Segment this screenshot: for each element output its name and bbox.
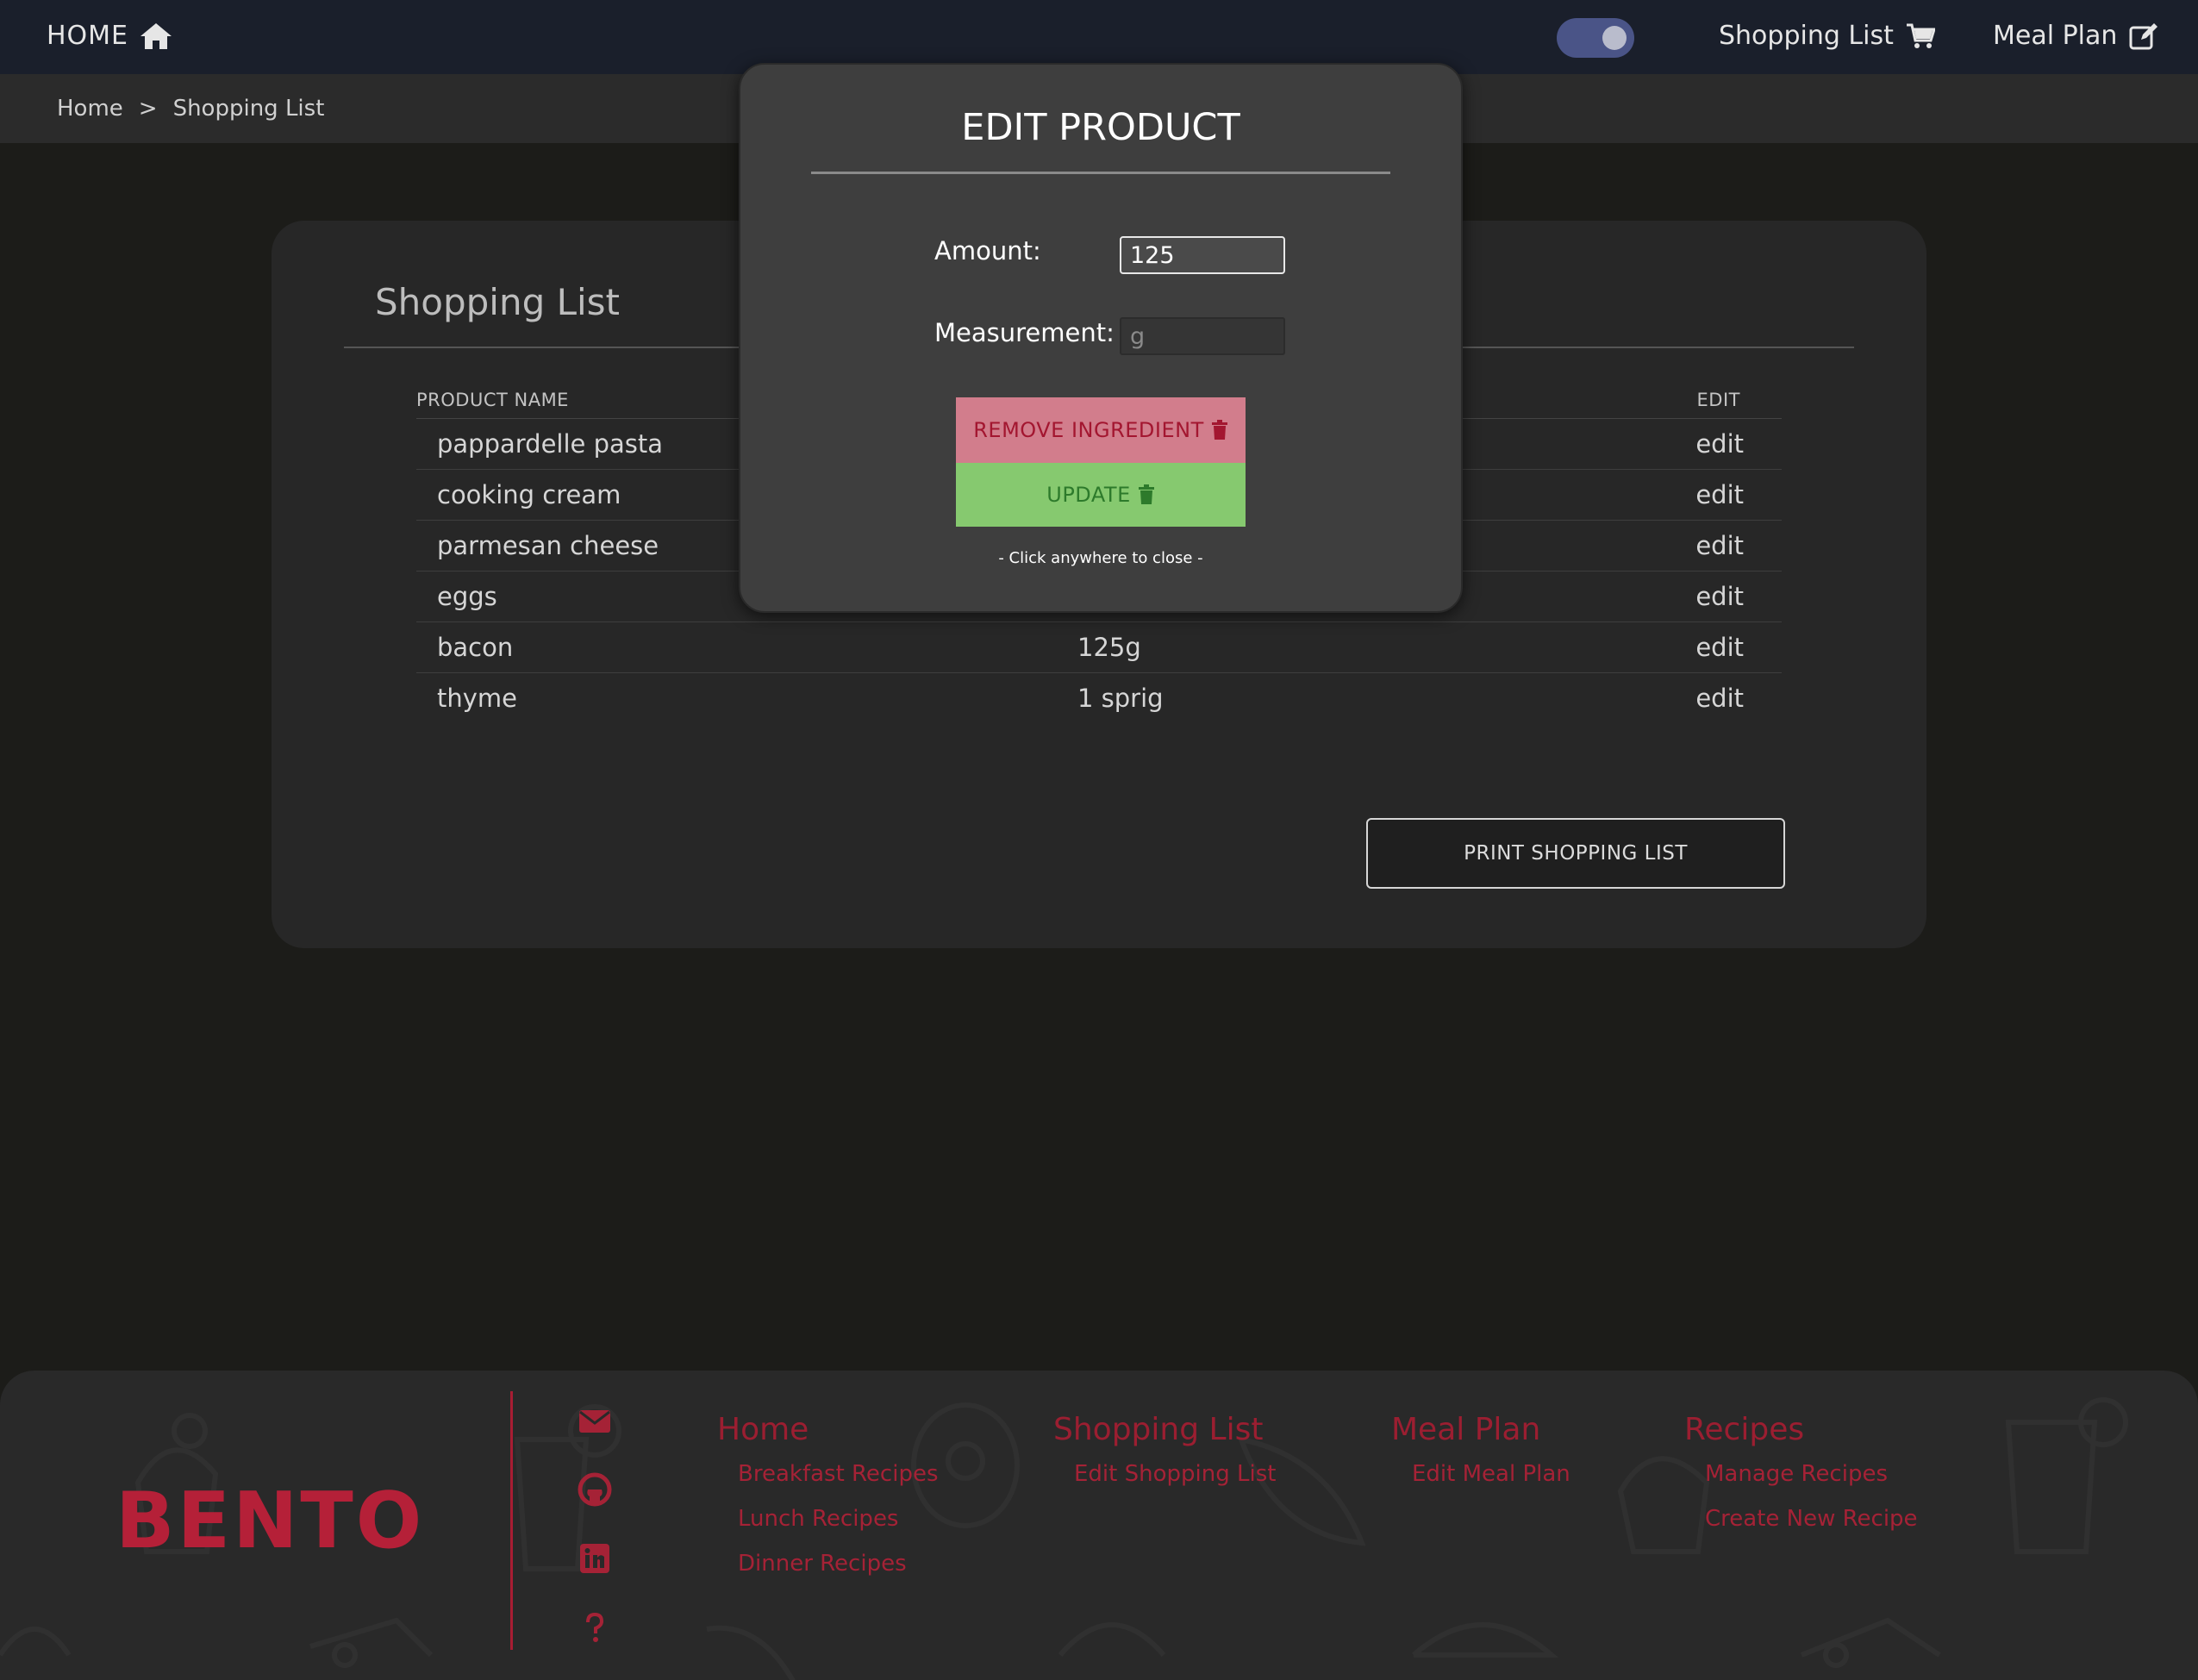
product-name: pappardelle pasta: [437, 429, 664, 459]
footer-column-shopping-list: Shopping List Edit Shopping List: [1053, 1412, 1276, 1506]
edit-link[interactable]: edit: [1695, 633, 1744, 662]
update-label: UPDATE: [1046, 483, 1131, 507]
footer-link[interactable]: Manage Recipes: [1705, 1461, 1918, 1487]
product-amount: 1 sprig: [1077, 684, 1164, 713]
footer-link[interactable]: Create New Recipe: [1705, 1506, 1918, 1532]
amount-input[interactable]: [1120, 236, 1285, 274]
measurement-label: Measurement:: [934, 318, 1115, 347]
edit-link[interactable]: edit: [1695, 480, 1744, 509]
nav-meal-label: Meal Plan: [1993, 21, 2118, 51]
print-shopping-list-button[interactable]: PRINT SHOPPING LIST: [1366, 818, 1785, 889]
edit-link[interactable]: edit: [1695, 684, 1744, 713]
nav-shopping-label: Shopping List: [1719, 21, 1894, 51]
product-amount: 125g: [1077, 633, 1141, 662]
modal-divider: [811, 172, 1390, 174]
footer-heading[interactable]: Meal Plan: [1391, 1412, 1570, 1447]
edit-icon: [2129, 22, 2158, 49]
trash-icon: [1211, 420, 1227, 440]
amount-label: Amount:: [934, 236, 1041, 265]
linkedin-icon[interactable]: [578, 1541, 612, 1576]
breadcrumb: Home > Shopping List: [57, 96, 324, 122]
nav-meal-plan-link[interactable]: Meal Plan: [1993, 21, 2158, 51]
close-hint: - Click anywhere to close -: [998, 549, 1203, 567]
edit-link[interactable]: edit: [1695, 582, 1744, 611]
measurement-input[interactable]: [1120, 317, 1285, 355]
footer-column-recipes: Recipes Manage Recipes Create New Recipe: [1684, 1412, 1918, 1551]
nav-shopping-list-link[interactable]: Shopping List: [1719, 21, 1935, 51]
home-icon: [140, 22, 172, 49]
edit-link[interactable]: edit: [1695, 531, 1744, 560]
footer-heading[interactable]: Shopping List: [1053, 1412, 1276, 1447]
footer-column-meal-plan: Meal Plan Edit Meal Plan: [1391, 1412, 1570, 1506]
envelope-icon[interactable]: [578, 1403, 612, 1438]
remove-ingredient-label: REMOVE INGREDIENT: [973, 418, 1204, 442]
brand-logo[interactable]: BENTO: [116, 1476, 424, 1566]
card-title: Shopping List: [375, 281, 621, 323]
product-name: cooking cream: [437, 480, 621, 509]
product-name: parmesan cheese: [437, 531, 659, 560]
remove-ingredient-button[interactable]: REMOVE INGREDIENT: [956, 397, 1246, 463]
update-button[interactable]: UPDATE: [956, 463, 1246, 527]
modal-title: EDIT PRODUCT: [961, 106, 1240, 149]
product-name: thyme: [437, 684, 518, 713]
question-icon[interactable]: [578, 1610, 612, 1645]
nav-home-label: HOME: [47, 21, 129, 51]
product-name: eggs: [437, 582, 497, 611]
github-icon[interactable]: [578, 1472, 612, 1507]
footer-divider: [510, 1391, 513, 1650]
edit-link[interactable]: edit: [1695, 429, 1744, 459]
breadcrumb-separator: >: [138, 96, 158, 122]
footer-link[interactable]: Breakfast Recipes: [738, 1461, 939, 1487]
theme-toggle[interactable]: [1557, 18, 1634, 58]
table-row: bacon 125g edit: [416, 622, 1782, 673]
footer: BENTO Home Breakfast Recipes Lunch Recip…: [0, 1371, 2198, 1680]
footer-link[interactable]: Edit Shopping List: [1074, 1461, 1276, 1487]
cart-icon: [1906, 23, 1935, 48]
product-name: bacon: [437, 633, 514, 662]
trash-icon: [1138, 484, 1154, 504]
nav-home-link[interactable]: HOME: [47, 21, 173, 51]
footer-column-home: Home Breakfast Recipes Lunch Recipes Din…: [717, 1412, 939, 1596]
footer-link[interactable]: Edit Meal Plan: [1412, 1461, 1570, 1487]
breadcrumb-current: Shopping List: [172, 96, 325, 122]
footer-link[interactable]: Lunch Recipes: [738, 1506, 939, 1532]
footer-heading[interactable]: Home: [717, 1412, 939, 1447]
breadcrumb-home[interactable]: Home: [57, 96, 123, 122]
table-row: thyme 1 sprig edit: [416, 673, 1782, 723]
toggle-knob: [1602, 26, 1627, 50]
edit-product-modal: EDIT PRODUCT Amount: Measurement: REMOVE…: [739, 63, 1463, 613]
footer-heading[interactable]: Recipes: [1684, 1412, 1918, 1447]
footer-link[interactable]: Dinner Recipes: [738, 1551, 939, 1577]
column-header-product-name: PRODUCT NAME: [416, 390, 569, 410]
column-header-edit: EDIT: [1696, 390, 1740, 410]
